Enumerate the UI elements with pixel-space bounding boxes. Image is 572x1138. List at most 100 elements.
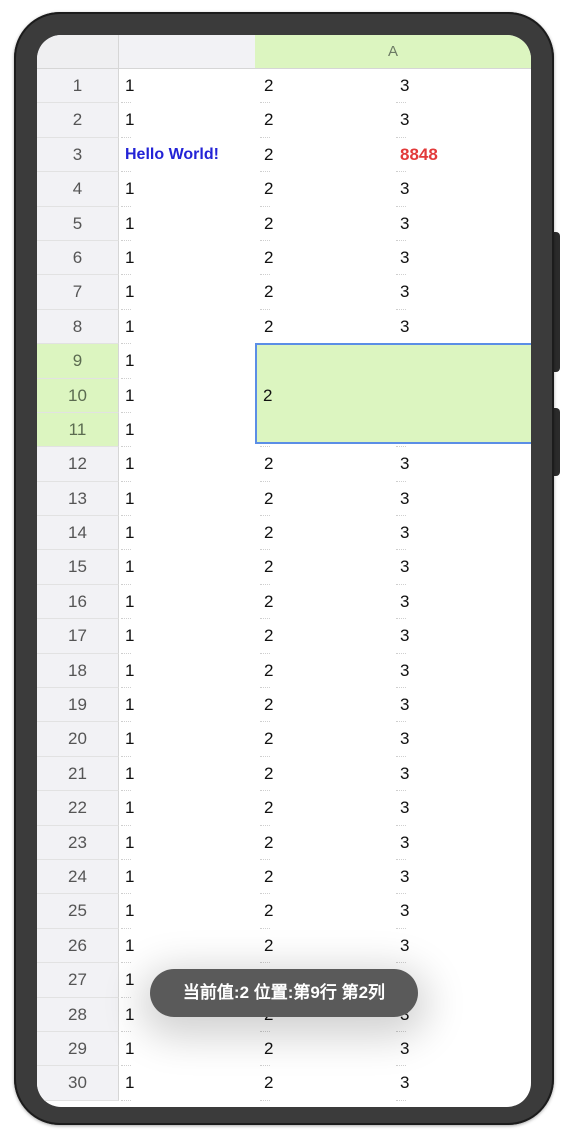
- row-number[interactable]: 16: [37, 584, 119, 620]
- cell[interactable]: 2: [260, 1066, 394, 1102]
- cell[interactable]: 1: [121, 413, 255, 448]
- cell[interactable]: 8848: [396, 138, 530, 173]
- row-number[interactable]: 4: [37, 172, 119, 207]
- cell[interactable]: 2: [260, 1032, 394, 1067]
- cell[interactable]: 1: [121, 894, 255, 930]
- cell[interactable]: 3: [396, 826, 530, 861]
- cell[interactable]: 2: [260, 826, 394, 861]
- cell[interactable]: 2: [260, 894, 394, 930]
- cell[interactable]: 3: [396, 172, 530, 207]
- cell[interactable]: 1: [121, 654, 255, 689]
- cell[interactable]: Hello World!: [121, 138, 255, 173]
- cell[interactable]: 2: [260, 447, 394, 483]
- row-number[interactable]: 11: [37, 412, 119, 448]
- cell[interactable]: 3: [396, 103, 530, 139]
- row-number[interactable]: 23: [37, 825, 119, 860]
- row-number[interactable]: 30: [37, 1066, 119, 1101]
- row-number[interactable]: 29: [37, 1031, 119, 1067]
- column-header-blank[interactable]: [119, 35, 255, 69]
- cell[interactable]: 1: [121, 1066, 255, 1102]
- row-number[interactable]: 3: [37, 137, 119, 173]
- cell[interactable]: 1: [121, 722, 255, 758]
- cell[interactable]: 1: [121, 344, 255, 379]
- cell[interactable]: 3: [396, 722, 530, 758]
- row-number[interactable]: 2: [37, 103, 119, 138]
- cell[interactable]: 2: [260, 516, 394, 551]
- row-number[interactable]: 10: [37, 378, 119, 413]
- cell[interactable]: 2: [260, 550, 394, 586]
- row-number[interactable]: 9: [37, 344, 119, 379]
- cell[interactable]: 3: [396, 929, 530, 964]
- cell[interactable]: 1: [121, 619, 255, 655]
- cell[interactable]: 1: [121, 172, 255, 207]
- cell[interactable]: 3: [396, 241, 530, 276]
- cell[interactable]: 2: [260, 860, 394, 895]
- cell[interactable]: 1: [121, 826, 255, 861]
- cell[interactable]: 3: [396, 482, 530, 517]
- cell[interactable]: 1: [121, 860, 255, 895]
- row-number[interactable]: 27: [37, 963, 119, 998]
- row-number[interactable]: 15: [37, 550, 119, 585]
- cell[interactable]: 1: [121, 207, 255, 242]
- cell[interactable]: 3: [396, 688, 530, 723]
- cell[interactable]: 2: [260, 138, 394, 173]
- row-number[interactable]: 5: [37, 206, 119, 241]
- cell[interactable]: 2: [260, 929, 394, 964]
- cell[interactable]: 3: [396, 757, 530, 792]
- cell[interactable]: 1: [121, 275, 255, 311]
- cell[interactable]: 1: [121, 757, 255, 792]
- cell[interactable]: 2: [260, 103, 394, 139]
- cell[interactable]: 3: [396, 998, 530, 1033]
- cell[interactable]: 2: [260, 207, 394, 242]
- cell[interactable]: 3: [396, 619, 530, 655]
- cell[interactable]: 2: [260, 791, 394, 826]
- row-number[interactable]: 1: [37, 69, 119, 104]
- cell[interactable]: 2: [260, 654, 394, 689]
- row-number[interactable]: 22: [37, 791, 119, 826]
- cell[interactable]: 3: [396, 310, 530, 345]
- cell[interactable]: 3: [396, 275, 530, 311]
- cell[interactable]: 1: [121, 379, 255, 414]
- cell[interactable]: 3: [396, 69, 530, 104]
- cell[interactable]: 1: [121, 482, 255, 517]
- cell[interactable]: 1: [121, 585, 255, 620]
- cell[interactable]: 2: [260, 757, 394, 792]
- cell[interactable]: 1: [121, 516, 255, 551]
- cell[interactable]: 2: [260, 688, 394, 723]
- cell[interactable]: 2: [260, 69, 394, 104]
- cell[interactable]: 3: [396, 1066, 530, 1102]
- row-number[interactable]: 21: [37, 756, 119, 792]
- cell[interactable]: 3: [396, 516, 530, 551]
- row-number[interactable]: 17: [37, 619, 119, 654]
- cell[interactable]: 1: [121, 103, 255, 139]
- column-header-a[interactable]: A: [255, 35, 531, 69]
- cell[interactable]: 2: [260, 310, 394, 345]
- cell[interactable]: 1: [121, 241, 255, 276]
- cell[interactable]: 1: [121, 688, 255, 723]
- cell[interactable]: 2: [260, 241, 394, 276]
- header-corner[interactable]: [37, 35, 119, 69]
- cell[interactable]: 3: [396, 963, 530, 998]
- cell[interactable]: 2: [260, 722, 394, 758]
- cell[interactable]: 2: [260, 275, 394, 311]
- cell[interactable]: 3: [396, 791, 530, 826]
- cell[interactable]: 1: [121, 550, 255, 586]
- row-number[interactable]: 19: [37, 688, 119, 723]
- selected-merged-cell[interactable]: 2: [255, 343, 531, 444]
- row-number[interactable]: 7: [37, 275, 119, 310]
- row-number[interactable]: 25: [37, 894, 119, 929]
- cell[interactable]: 1: [121, 1032, 255, 1067]
- row-number[interactable]: 28: [37, 997, 119, 1032]
- cell[interactable]: 3: [396, 654, 530, 689]
- row-number[interactable]: 14: [37, 516, 119, 551]
- cell[interactable]: 2: [260, 482, 394, 517]
- cell[interactable]: 3: [396, 1032, 530, 1067]
- cell[interactable]: 3: [396, 447, 530, 483]
- row-number[interactable]: 6: [37, 240, 119, 276]
- cell[interactable]: 1: [121, 447, 255, 483]
- row-number[interactable]: 12: [37, 447, 119, 482]
- cell[interactable]: 3: [396, 585, 530, 620]
- cell[interactable]: 1: [121, 69, 255, 104]
- cell[interactable]: 3: [396, 550, 530, 586]
- cell[interactable]: 2: [260, 172, 394, 207]
